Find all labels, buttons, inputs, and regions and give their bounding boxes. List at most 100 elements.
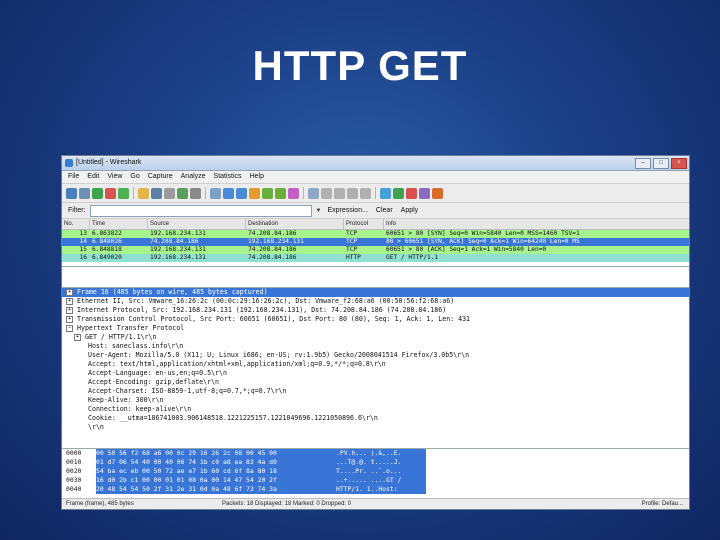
help-icon[interactable] (432, 187, 443, 199)
detail-tree-item[interactable]: Cookie: __utma=186741003.906148518.12212… (62, 414, 689, 423)
go-first-icon[interactable] (262, 187, 273, 199)
bytes-ascii[interactable]: ..+..... ....GT / (336, 476, 426, 485)
packet-cell-dst: 74.208.84.186 (248, 246, 297, 253)
detail-tree-item[interactable]: Host: saneclass.info\r\n (62, 342, 689, 351)
save-icon[interactable] (151, 187, 162, 199)
expand-icon[interactable]: + (66, 307, 73, 314)
menu-analyze[interactable]: Analyze (181, 171, 206, 183)
packet-row[interactable]: 15 6.848818 192.168.234.131 74.208.84.186 TC… (62, 246, 689, 254)
detail-tree-item[interactable]: Connection: keep-alive\r\n (62, 405, 689, 414)
minimize-button[interactable]: – (635, 158, 651, 169)
detail-tree-item[interactable]: User-Agent: Mozilla/5.0 (X11; U; Linux i… (62, 351, 689, 360)
detail-text: Connection: keep-alive\r\n (88, 405, 192, 413)
bytes-offset: 0000 (66, 449, 82, 457)
bytes-hex[interactable]: 00 50 56 f2 68 a6 00 0c 29 16 26 2c 08 0… (96, 449, 336, 458)
zoom-in-icon[interactable] (321, 187, 332, 199)
packet-row[interactable]: 14 6.848026 74.208.84.186 192.168.234.131 TC… (62, 238, 689, 246)
detail-tree-item[interactable]: Accept-Charset: ISO-8859-1,utf-8;q=0.7,*… (62, 387, 689, 396)
go-forward-icon[interactable] (236, 187, 247, 199)
go-to-packet-icon[interactable] (249, 187, 260, 199)
menu-statistics[interactable]: Statistics (214, 171, 242, 183)
detail-tree-item[interactable]: − Hypertext Transfer Protocol (62, 324, 689, 333)
clear-button[interactable]: Clear (374, 207, 395, 214)
options-icon[interactable] (79, 187, 90, 199)
column-protocol[interactable]: Protocol (344, 219, 384, 229)
normal-size-icon[interactable] (347, 187, 358, 199)
auto-scroll-icon[interactable] (308, 187, 319, 199)
column-source[interactable]: Source (148, 219, 246, 229)
packet-cell-src: 74.208.84.186 (150, 238, 199, 245)
bytes-ascii[interactable]: .PV.h... ).&,..E. (336, 449, 426, 458)
column-info[interactable]: Info (384, 219, 689, 229)
collapse-icon[interactable]: − (66, 325, 73, 332)
bytes-ascii[interactable]: ...T@.@. t.....J. (336, 458, 426, 467)
bytes-row: 0020 54 ba ec eb 00 50 72 ae e7 1b 60 cd… (62, 467, 689, 476)
packet-row[interactable]: 16 6.849020 192.168.234.131 74.208.84.186 HT… (62, 254, 689, 262)
display-filters-icon[interactable] (393, 187, 404, 199)
filter-dropdown-icon[interactable]: ▼ (316, 208, 322, 214)
close-button[interactable]: × (671, 158, 687, 169)
column-no[interactable]: No. (62, 219, 90, 229)
zoom-out-icon[interactable] (334, 187, 345, 199)
expand-icon[interactable]: + (74, 334, 81, 341)
find-icon[interactable] (210, 187, 221, 199)
packet-cell-no: 13 (79, 230, 87, 237)
bytes-offset: 0030 (66, 476, 82, 484)
open-icon[interactable] (138, 187, 149, 199)
menu-edit[interactable]: Edit (87, 171, 99, 183)
status-profile[interactable]: Profile: Defau... (642, 499, 683, 509)
maximize-button[interactable]: □ (653, 158, 669, 169)
start-capture-icon[interactable] (92, 187, 103, 199)
detail-text: Accept: text/html,application/xhtml+xml,… (88, 360, 386, 368)
preferences-icon[interactable] (419, 187, 430, 199)
detail-tree-item[interactable]: Accept-Encoding: gzip,deflate\r\n (62, 378, 689, 387)
reload-icon[interactable] (177, 187, 188, 199)
bytes-ascii[interactable]: T....Pr. ..`.o... (336, 467, 426, 476)
detail-tree-item[interactable]: Accept: text/html,application/xhtml+xml,… (62, 360, 689, 369)
menu-go[interactable]: Go (130, 171, 139, 183)
column-time[interactable]: Time (90, 219, 148, 229)
detail-tree-item[interactable]: + Ethernet II, Src: Vmware_16:26:2c (00:0… (62, 297, 689, 306)
bytes-row: 0030 16 d0 2b c1 00 00 01 01 08 0a 00 14… (62, 476, 689, 485)
resize-columns-icon[interactable] (360, 187, 371, 199)
filter-input[interactable] (89, 204, 312, 217)
print-icon[interactable] (190, 187, 201, 199)
packet-cell-src: 192.168.234.131 (150, 254, 206, 261)
colorize-icon[interactable] (288, 187, 299, 199)
stop-capture-icon[interactable] (105, 187, 116, 199)
menu-view[interactable]: View (107, 171, 122, 183)
apply-button[interactable]: Apply (399, 207, 421, 214)
packet-cell-proto: TCP (346, 230, 358, 237)
close-file-icon[interactable] (164, 187, 175, 199)
bytes-hex[interactable]: 16 d0 2b c1 00 00 01 01 08 0a 00 14 47 5… (96, 476, 336, 485)
bytes-hex[interactable]: 20 48 54 54 50 2f 31 2e 31 0d 0a 48 6f 7… (96, 485, 336, 494)
expression-button[interactable]: Expression... (325, 207, 369, 214)
go-back-icon[interactable] (223, 187, 234, 199)
detail-tree-item[interactable]: Keep-Alive: 300\r\n (62, 396, 689, 405)
expand-icon[interactable]: + (66, 289, 73, 296)
detail-tree-item[interactable]: \r\n (62, 423, 689, 432)
detail-tree-item[interactable]: + Internet Protocol, Src: 192.168.234.131… (62, 306, 689, 315)
detail-tree-item[interactable]: + GET / HTTP/1.1\r\n (62, 333, 689, 342)
detail-text: Keep-Alive: 300\r\n (88, 396, 164, 404)
restart-capture-icon[interactable] (118, 187, 129, 199)
expand-icon[interactable]: + (66, 298, 73, 305)
detail-tree-item[interactable]: + Frame 16 (485 bytes on wire, 485 bytes … (62, 288, 689, 297)
detail-tree-item[interactable]: + Transmission Control Protocol, Src Port… (62, 315, 689, 324)
packet-row[interactable]: 13 6.863822 192.168.234.131 74.208.84.186 TC… (62, 230, 689, 238)
expand-icon[interactable]: + (66, 316, 73, 323)
interfaces-icon[interactable] (66, 187, 77, 199)
bytes-ascii[interactable]: HTTP/1. 1..Host: (336, 485, 426, 494)
capture-filters-icon[interactable] (380, 187, 391, 199)
detail-tree-item[interactable]: Accept-Language: en-us,en;q=0.5\r\n (62, 369, 689, 378)
bytes-row: 0010 01 d7 06 54 40 00 40 06 74 1b c0 a8… (62, 458, 689, 467)
bytes-hex[interactable]: 01 d7 06 54 40 00 40 06 74 1b c0 a8 ea 8… (96, 458, 336, 467)
column-destination[interactable]: Destination (246, 219, 344, 229)
main-toolbar (62, 184, 689, 203)
menu-file[interactable]: File (68, 171, 79, 183)
coloring-rules-icon[interactable] (406, 187, 417, 199)
menu-capture[interactable]: Capture (148, 171, 173, 183)
menu-help[interactable]: Help (250, 171, 264, 183)
bytes-hex[interactable]: 54 ba ec eb 00 50 72 ae e7 1b 60 cd 6f 8… (96, 467, 336, 476)
go-last-icon[interactable] (275, 187, 286, 199)
